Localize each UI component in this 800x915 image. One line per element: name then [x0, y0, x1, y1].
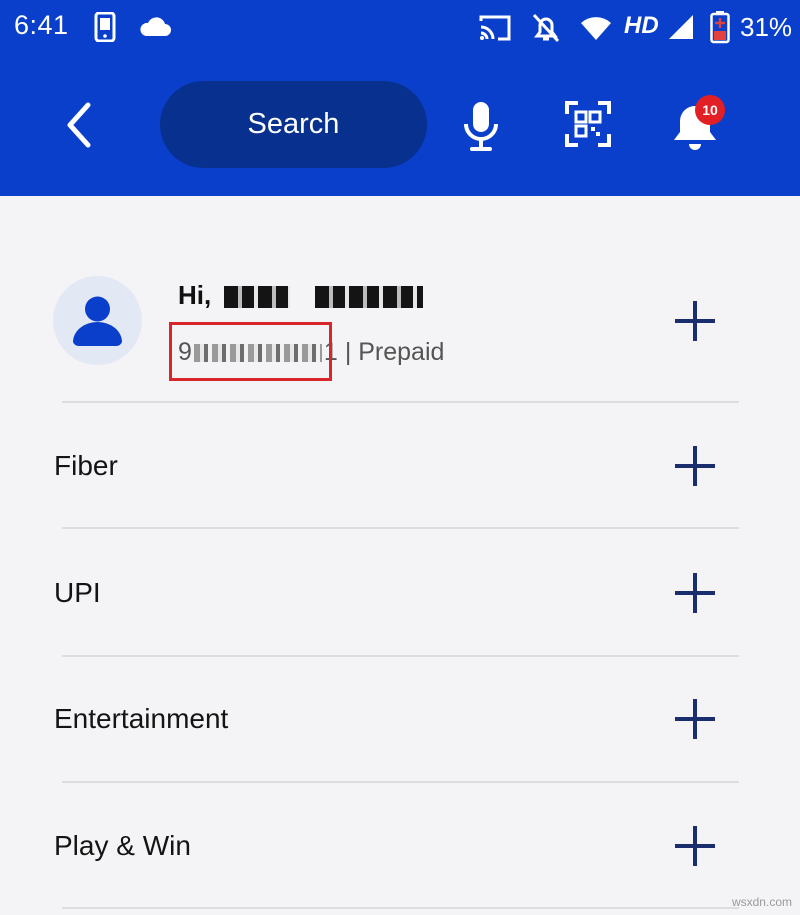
divider — [62, 527, 739, 529]
user-greeting: Hi, — [178, 280, 423, 311]
entertainment-plus-icon[interactable] — [674, 698, 716, 740]
search-label: Search — [247, 108, 340, 140]
divider — [62, 401, 739, 403]
greeting-prefix: Hi, — [178, 280, 212, 310]
menu-item-fiber[interactable]: Fiber — [54, 450, 118, 482]
menu-item-play-win[interactable]: Play & Win — [54, 830, 191, 862]
divider — [62, 655, 739, 657]
divider — [62, 907, 739, 909]
network-type: HD — [624, 12, 659, 39]
watermark: wsxdn.com — [731, 895, 792, 909]
plan-type: | Prepaid — [344, 338, 445, 366]
battery-icon — [710, 11, 730, 44]
play-win-plus-icon[interactable] — [674, 825, 716, 867]
redacted-last-name — [314, 286, 423, 309]
signal-icon — [669, 15, 693, 39]
profile-plus-icon[interactable] — [674, 300, 716, 342]
cloud-icon — [140, 17, 171, 36]
search-bar[interactable]: Search — [160, 81, 427, 168]
notification-badge: 10 — [695, 95, 725, 125]
avatar[interactable] — [53, 276, 142, 365]
menu-item-upi[interactable]: UPI — [54, 577, 101, 609]
menu-item-entertainment[interactable]: Entertainment — [54, 703, 228, 735]
qr-scan-icon[interactable] — [565, 101, 611, 147]
phone-highlight-box — [169, 322, 332, 381]
user-icon — [73, 296, 122, 347]
status-time: 6:41 — [14, 10, 69, 40]
microphone-icon[interactable] — [461, 100, 501, 152]
battery-percent: 31% — [740, 12, 793, 42]
cast-icon — [479, 15, 511, 41]
redacted-first-name — [224, 286, 291, 309]
fiber-plus-icon[interactable] — [674, 445, 716, 487]
back-arrow-icon[interactable] — [60, 102, 100, 148]
phone-icon — [94, 12, 116, 42]
wifi-icon — [581, 17, 611, 40]
upi-plus-icon[interactable] — [674, 572, 716, 614]
app-header: 6:41 HD 31% Search 10 — [0, 0, 800, 196]
mute-icon — [532, 13, 560, 43]
divider — [62, 781, 739, 783]
